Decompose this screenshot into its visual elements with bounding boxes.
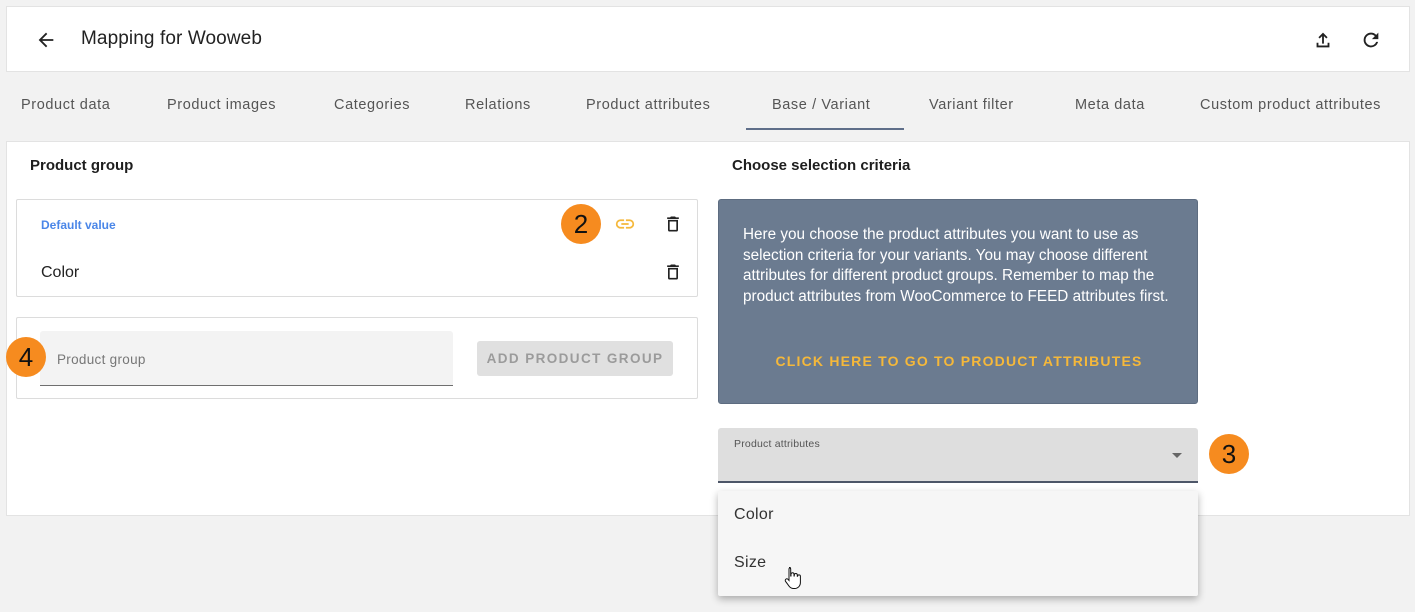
tab-product-data[interactable]: Product data <box>21 72 110 130</box>
tab-product-images[interactable]: Product images <box>167 72 276 130</box>
upload-button[interactable] <box>1310 27 1336 53</box>
tab-relations[interactable]: Relations <box>465 72 531 130</box>
product-group-input[interactable]: Product group <box>40 331 453 386</box>
default-value-label: Default value <box>41 218 116 232</box>
step-badge-2: 2 <box>561 204 601 244</box>
selection-criteria-title: Choose selection criteria <box>732 157 911 174</box>
tab-variant-filter[interactable]: Variant filter <box>929 72 1014 130</box>
step-badge-4: 4 <box>6 337 46 377</box>
delete-color-button[interactable] <box>661 260 685 284</box>
delete-default-button[interactable] <box>661 212 685 236</box>
hand-cursor-icon <box>784 566 802 595</box>
tab-base-variant[interactable]: Base / Variant <box>772 72 870 130</box>
tab-categories[interactable]: Categories <box>334 72 410 130</box>
page-title: Mapping for Wooweb <box>81 28 262 49</box>
select-label: Product attributes <box>734 438 820 450</box>
info-text: Here you choose the product attributes y… <box>743 226 1169 305</box>
active-tab-indicator <box>746 128 904 130</box>
upload-icon <box>1316 32 1330 48</box>
product-group-title: Product group <box>30 157 134 174</box>
add-product-group-button[interactable]: ADD PRODUCT GROUP <box>477 341 673 376</box>
product-attributes-select[interactable]: Product attributes <box>718 428 1198 483</box>
arrow-left-icon <box>38 32 54 48</box>
link-button[interactable] <box>613 212 637 236</box>
top-bar: Mapping for Wooweb <box>6 6 1410 72</box>
dropdown-arrow-icon <box>1172 453 1182 458</box>
step-badge-3: 3 <box>1209 434 1249 474</box>
dropdown-option-color[interactable]: Color <box>718 491 1198 539</box>
tab-meta-data[interactable]: Meta data <box>1075 72 1145 130</box>
info-box: Here you choose the product attributes y… <box>718 199 1198 404</box>
refresh-button[interactable] <box>1358 27 1384 53</box>
link-icon <box>615 219 635 229</box>
trash-icon <box>667 264 679 280</box>
list-item: Color <box>41 264 80 281</box>
product-attributes-link[interactable]: CLICK HERE TO GO TO PRODUCT ATTRIBUTES <box>719 353 1199 369</box>
tab-bar: Product data Product images Categories R… <box>0 72 1415 132</box>
tab-product-attributes[interactable]: Product attributes <box>586 72 710 130</box>
refresh-icon <box>1363 32 1379 48</box>
tab-custom-product-attributes[interactable]: Custom product attributes <box>1200 72 1381 130</box>
back-button[interactable] <box>33 27 59 53</box>
trash-icon <box>667 216 679 232</box>
